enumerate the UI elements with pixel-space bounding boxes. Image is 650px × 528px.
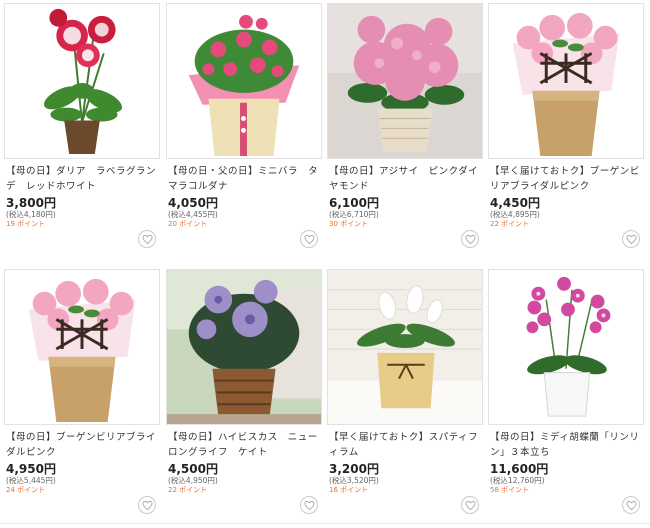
product-card[interactable]: 【母の日】アジサイ ピンクダイヤモンド 6,100円 (税込6,710円) 30… — [323, 0, 483, 262]
product-points: 20 ポイント — [168, 220, 208, 228]
product-points: 16 ポイント — [329, 486, 369, 494]
product-points: 30 ポイント — [329, 220, 369, 228]
favorite-button[interactable] — [300, 496, 318, 514]
favorite-button[interactable] — [622, 496, 640, 514]
product-card[interactable]: 【母の日】ダリア ラベラグランデ レッドホワイト 3,800円 (税込4,180… — [0, 0, 160, 262]
product-points: 22 ポイント — [490, 220, 530, 228]
product-image-bougainvillea[interactable] — [488, 3, 644, 159]
product-card[interactable]: 【早く届けておトク】スパティフィラム 3,200円 (税込3,520円) 16 … — [323, 266, 483, 528]
product-image-red-dahlia[interactable] — [4, 3, 160, 159]
favorite-button[interactable] — [138, 496, 156, 514]
product-points: 24 ポイント — [6, 486, 46, 494]
product-image-bougainvillea[interactable] — [4, 269, 160, 425]
product-title[interactable]: 【母の日・父の日】ミニバラ タマラコルダナ — [168, 164, 320, 194]
favorite-button[interactable] — [461, 496, 479, 514]
product-points: 58 ポイント — [490, 486, 530, 494]
product-title[interactable]: 【早く届けておトク】スパティフィラム — [329, 430, 481, 460]
heart-outline-icon — [303, 234, 315, 244]
product-title[interactable]: 【母の日】ミディ胡蝶蘭「リンリン」３本立ち — [490, 430, 642, 460]
product-image-orchid[interactable] — [488, 269, 644, 425]
product-title[interactable]: 【母の日】ハイビスカス ニューロングライフ ケイト — [168, 430, 320, 460]
product-card[interactable]: 【母の日】ブーゲンビリアブライダルピンク 4,950円 (税込5,445円) 2… — [0, 266, 160, 528]
product-image-mini-rose[interactable] — [166, 3, 322, 159]
product-title[interactable]: 【母の日】ダリア ラベラグランデ レッドホワイト — [6, 164, 158, 194]
product-card[interactable]: 【早く届けておトク】ブーゲンビリアブライダルピンク 4,450円 (税込4,89… — [484, 0, 644, 262]
product-points: 19 ポイント — [6, 220, 46, 228]
favorite-button[interactable] — [622, 230, 640, 248]
heart-outline-icon — [141, 234, 153, 244]
heart-outline-icon — [625, 500, 637, 510]
product-title[interactable]: 【母の日】ブーゲンビリアブライダルピンク — [6, 430, 158, 460]
heart-outline-icon — [303, 500, 315, 510]
favorite-button[interactable] — [461, 230, 479, 248]
product-card[interactable]: 【母の日・父の日】ミニバラ タマラコルダナ 4,050円 (税込4,455円) … — [162, 0, 322, 262]
favorite-button[interactable] — [300, 230, 318, 248]
product-grid: 【母の日】ダリア ラベラグランデ レッドホワイト 3,800円 (税込4,180… — [0, 0, 650, 526]
product-image-hibiscus[interactable] — [166, 269, 322, 425]
product-title[interactable]: 【母の日】アジサイ ピンクダイヤモンド — [329, 164, 481, 194]
product-image-hydrangea[interactable] — [327, 3, 483, 159]
favorite-button[interactable] — [138, 230, 156, 248]
heart-outline-icon — [625, 234, 637, 244]
heart-outline-icon — [464, 234, 476, 244]
bottom-divider — [0, 523, 650, 524]
product-title[interactable]: 【早く届けておトク】ブーゲンビリアブライダルピンク — [490, 164, 642, 194]
product-card[interactable]: 【母の日】ミディ胡蝶蘭「リンリン」３本立ち 11,600円 (税込12,760円… — [484, 266, 644, 528]
heart-outline-icon — [141, 500, 153, 510]
heart-outline-icon — [464, 500, 476, 510]
product-card[interactable]: 【母の日】ハイビスカス ニューロングライフ ケイト 4,500円 (税込4,95… — [162, 266, 322, 528]
product-image-spathiphyllum[interactable] — [327, 269, 483, 425]
product-points: 22 ポイント — [168, 486, 208, 494]
